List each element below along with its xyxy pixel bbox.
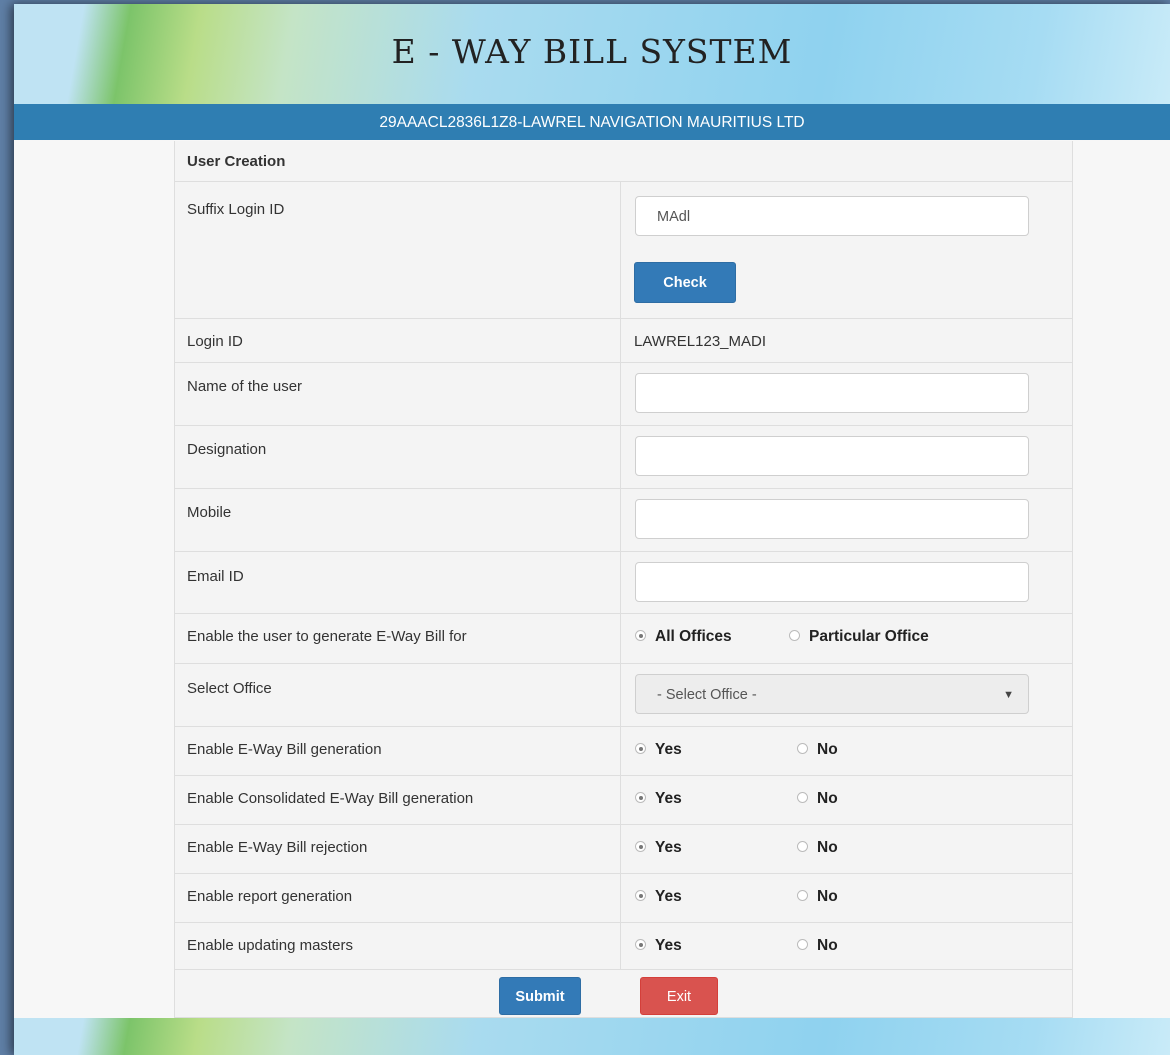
enable-for-label: Enable the user to generate E-Way Bill f… [175,614,621,663]
suffix-login-id-label: Suffix Login ID [175,182,621,318]
no-radio[interactable] [797,841,808,853]
form-title: User Creation [187,153,286,170]
particular-office-radio[interactable] [789,630,800,642]
form-header-row: User Creation [175,141,1072,182]
all-offices-option[interactable]: All Offices [635,628,732,646]
enable-for-row: Enable the user to generate E-Way Bill f… [175,614,1072,664]
login-id-value: LAWREL123_MADI [634,333,766,350]
select-office-row: Select Office - Select Office - ▼ [175,664,1072,727]
permission-row-report: Enable report generation Yes No [175,874,1072,923]
user-creation-form: User Creation Suffix Login ID MAdl Check… [174,141,1073,1018]
select-office-dropdown[interactable]: - Select Office - ▼ [635,674,1029,714]
exit-button[interactable]: Exit [640,977,718,1015]
yes-radio[interactable] [635,890,646,902]
app-title: E - WAY BILL SYSTEM [391,32,793,71]
select-office-value: - Select Office - [657,687,757,703]
login-id-label: Login ID [175,319,621,362]
permission-label: Enable E-Way Bill rejection [175,825,621,873]
select-office-label: Select Office [175,664,621,726]
designation-input[interactable] [635,436,1029,476]
gstin-name-bar: 29AAACL2836L1Z8-LAWREL NAVIGATION MAURIT… [14,104,1170,140]
yes-option[interactable]: Yes [635,790,682,808]
permission-label: Enable E-Way Bill generation [175,727,621,775]
header-banner: E - WAY BILL SYSTEM [14,4,1170,104]
yes-option[interactable]: Yes [635,741,682,759]
permission-row-generation: Enable E-Way Bill generation Yes No [175,727,1072,776]
yes-radio[interactable] [635,743,646,755]
name-input[interactable] [635,373,1029,413]
mobile-label: Mobile [175,489,621,551]
mobile-input[interactable] [635,499,1029,539]
no-option[interactable]: No [797,937,838,955]
mobile-row: Mobile [175,489,1072,552]
permission-row-rejection: Enable E-Way Bill rejection Yes No [175,825,1072,874]
no-option[interactable]: No [797,741,838,759]
suffix-login-id-row: Suffix Login ID MAdl Check [175,182,1072,319]
permission-row-masters: Enable updating masters Yes No [175,923,1072,970]
app-window: E - WAY BILL SYSTEM 29AAACL2836L1Z8-LAWR… [14,4,1170,1055]
yes-radio[interactable] [635,939,646,951]
name-label: Name of the user [175,363,621,425]
suffix-login-id-input[interactable]: MAdl [635,196,1029,236]
no-option[interactable]: No [797,839,838,857]
no-radio[interactable] [797,792,808,804]
permission-label: Enable report generation [175,874,621,922]
submit-button[interactable]: Submit [499,977,581,1015]
login-id-row: Login ID LAWREL123_MADI [175,319,1072,363]
permission-row-consolidated: Enable Consolidated E-Way Bill generatio… [175,776,1072,825]
no-option[interactable]: No [797,888,838,906]
particular-office-option[interactable]: Particular Office [789,628,929,646]
yes-radio[interactable] [635,792,646,804]
email-input[interactable] [635,562,1029,602]
no-radio[interactable] [797,743,808,755]
designation-label: Designation [175,426,621,488]
chevron-down-icon: ▼ [1003,689,1014,701]
footer-banner [14,1018,1170,1055]
yes-option[interactable]: Yes [635,888,682,906]
yes-option[interactable]: Yes [635,937,682,955]
check-button[interactable]: Check [634,262,736,303]
email-label: Email ID [175,552,621,613]
no-radio[interactable] [797,939,808,951]
no-radio[interactable] [797,890,808,902]
permission-label: Enable Consolidated E-Way Bill generatio… [175,776,621,824]
designation-row: Designation [175,426,1072,489]
yes-option[interactable]: Yes [635,839,682,857]
permission-label: Enable updating masters [175,923,621,969]
yes-radio[interactable] [635,841,646,853]
name-row: Name of the user [175,363,1072,426]
no-option[interactable]: No [797,790,838,808]
email-row: Email ID [175,552,1072,614]
all-offices-radio[interactable] [635,630,646,642]
form-actions-row: Submit Exit [175,970,1072,1016]
